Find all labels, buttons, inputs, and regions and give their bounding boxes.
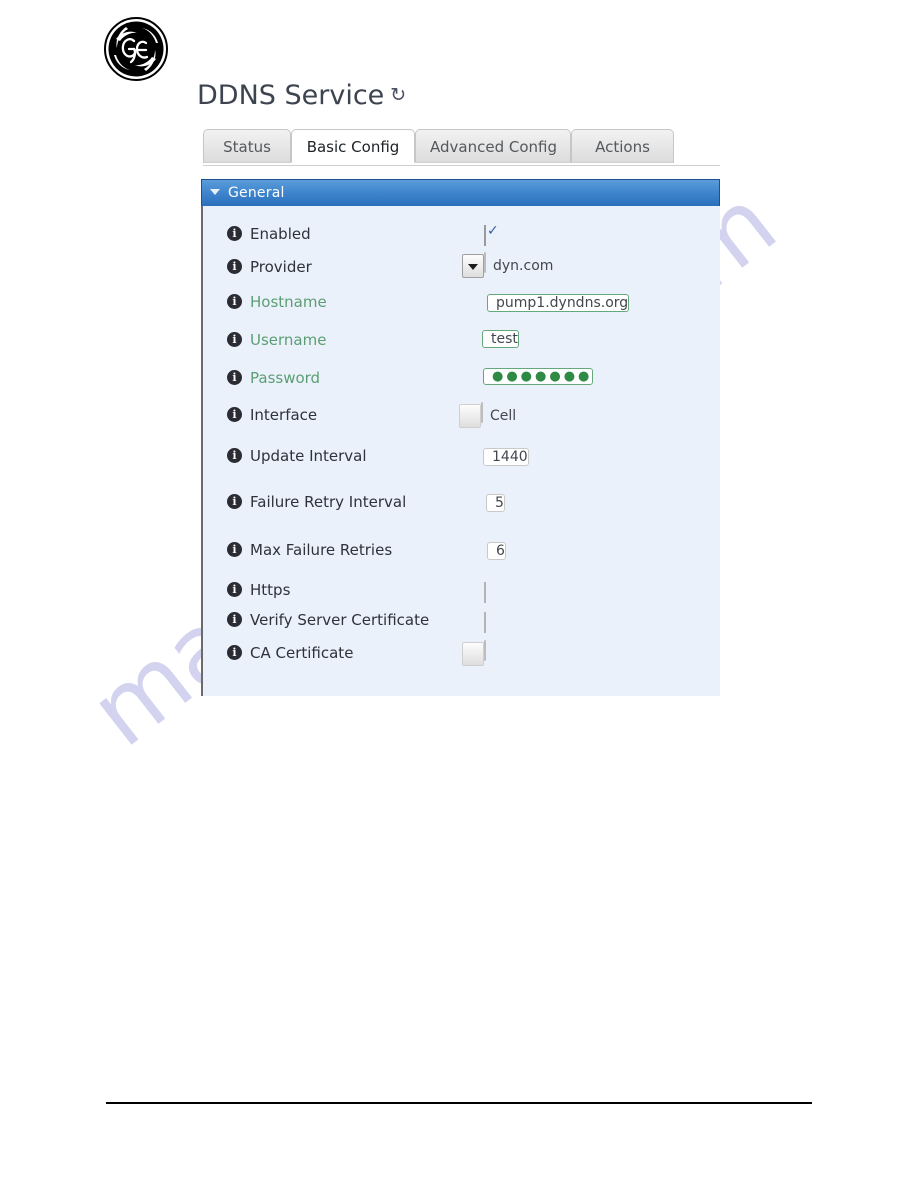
select-interface-value: Cell xyxy=(490,407,517,424)
control-verify-server-certificate xyxy=(484,612,486,633)
info-icon[interactable]: i xyxy=(227,542,242,557)
info-icon[interactable]: i xyxy=(227,226,242,241)
info-icon[interactable]: i xyxy=(227,406,242,422)
control-interface: Cell xyxy=(459,401,516,428)
tab-advanced-config-label: Advanced Config xyxy=(430,138,557,156)
control-enabled: ✓ xyxy=(484,224,499,246)
general-panel: General i Enabled ✓ i Provider dyn.com i xyxy=(201,179,720,696)
control-username: test xyxy=(482,326,519,352)
select-ca-certificate[interactable] xyxy=(462,640,486,666)
tab-advanced-config[interactable]: Advanced Config xyxy=(415,129,571,163)
label-interface: Interface xyxy=(250,405,318,424)
general-panel-header[interactable]: General xyxy=(201,179,720,206)
label-update-interval: Update Interval xyxy=(250,446,367,465)
label-ca-certificate: CA Certificate xyxy=(250,644,354,662)
info-icon[interactable]: i xyxy=(227,332,242,347)
checkbox-enabled[interactable]: ✓ xyxy=(484,224,499,246)
field-row-password: i Password ●●●●●●● xyxy=(203,359,719,396)
control-max-failure-retries: 6 xyxy=(487,538,506,564)
tab-basic-config-label: Basic Config xyxy=(306,138,400,156)
collapse-triangle-icon[interactable] xyxy=(210,189,220,195)
label-enabled: Enabled xyxy=(250,225,311,243)
info-icon[interactable]: i xyxy=(227,294,242,309)
label-provider: Provider xyxy=(250,257,312,276)
input-max-failure-retries[interactable]: 6 xyxy=(487,542,506,560)
page-title-text: DDNS Service xyxy=(197,80,385,111)
field-row-provider: i Provider dyn.com xyxy=(203,250,719,283)
control-update-interval: 1440 xyxy=(483,444,529,470)
input-hostname[interactable]: pump1.dyndns.org xyxy=(487,294,630,312)
label-hostname: Hostname xyxy=(250,293,327,311)
general-panel-title: General xyxy=(228,185,285,201)
select-provider[interactable]: dyn.com xyxy=(462,251,553,278)
tab-bar: Status Basic Config Advanced Config Acti… xyxy=(203,129,720,166)
input-failure-retry-interval[interactable]: 5 xyxy=(486,494,505,512)
field-row-failure-retry-interval: i Failure Retry Interval 5 xyxy=(203,478,719,526)
info-icon[interactable]: i xyxy=(227,258,242,274)
control-https xyxy=(484,581,486,603)
control-hostname: pump1.dyndns.org xyxy=(487,290,630,316)
footer-divider xyxy=(106,1102,812,1104)
info-icon[interactable]: i xyxy=(227,612,242,627)
tab-status-label: Status xyxy=(223,138,271,156)
chevron-down-icon[interactable] xyxy=(459,403,481,428)
info-icon[interactable]: i xyxy=(227,494,242,509)
chevron-down-icon[interactable] xyxy=(462,642,484,666)
tab-actions[interactable]: Actions xyxy=(571,129,674,163)
field-row-ca-certificate: i CA Certificate xyxy=(203,635,719,671)
checkbox-verify-server-certificate[interactable] xyxy=(484,612,486,633)
select-provider-value: dyn.com xyxy=(493,257,554,274)
tab-actions-label: Actions xyxy=(595,138,650,156)
label-max-failure-retries: Max Failure Retries xyxy=(250,541,393,559)
field-row-enabled: i Enabled ✓ xyxy=(203,218,719,250)
field-row-username: i Username test xyxy=(203,321,719,359)
refresh-icon[interactable]: ↻ xyxy=(390,84,406,106)
select-interface[interactable]: Cell xyxy=(459,401,516,428)
input-password[interactable]: ●●●●●●● xyxy=(483,367,594,385)
control-password: ●●●●●●● xyxy=(483,364,594,390)
info-icon[interactable]: i xyxy=(227,581,242,597)
field-row-max-failure-retries: i Max Failure Retries 6 xyxy=(203,526,719,574)
label-username: Username xyxy=(250,331,327,349)
field-row-update-interval: i Update Interval 1440 xyxy=(203,433,719,478)
tab-basic-config[interactable]: Basic Config xyxy=(291,129,415,163)
info-icon[interactable]: i xyxy=(227,369,242,385)
info-icon[interactable]: i xyxy=(227,645,242,660)
control-ca-certificate xyxy=(462,640,486,666)
input-username[interactable]: test xyxy=(482,330,519,348)
general-panel-body: i Enabled ✓ i Provider dyn.com i Hostnam… xyxy=(201,206,720,696)
chevron-down-icon[interactable] xyxy=(462,253,484,278)
control-failure-retry-interval: 5 xyxy=(486,490,505,516)
label-password: Password xyxy=(250,368,321,387)
label-failure-retry-interval: Failure Retry Interval xyxy=(250,493,407,511)
page-title: DDNS Service ↻ xyxy=(197,80,406,111)
field-row-https: i Https xyxy=(203,574,719,605)
input-update-interval[interactable]: 1440 xyxy=(483,447,529,466)
info-icon[interactable]: i xyxy=(227,447,242,463)
ge-monogram-logo xyxy=(104,17,168,81)
label-verify-server-certificate: Verify Server Certificate xyxy=(250,611,430,629)
label-https: Https xyxy=(250,580,291,599)
check-icon: ✓ xyxy=(487,223,499,239)
field-row-hostname: i Hostname pump1.dyndns.org xyxy=(203,283,719,321)
tab-status[interactable]: Status xyxy=(203,129,291,163)
field-row-verify-server-certificate: i Verify Server Certificate xyxy=(203,605,719,635)
control-provider: dyn.com xyxy=(462,251,553,278)
field-row-interface: i Interface Cell xyxy=(203,396,719,433)
checkbox-https[interactable] xyxy=(484,581,486,603)
